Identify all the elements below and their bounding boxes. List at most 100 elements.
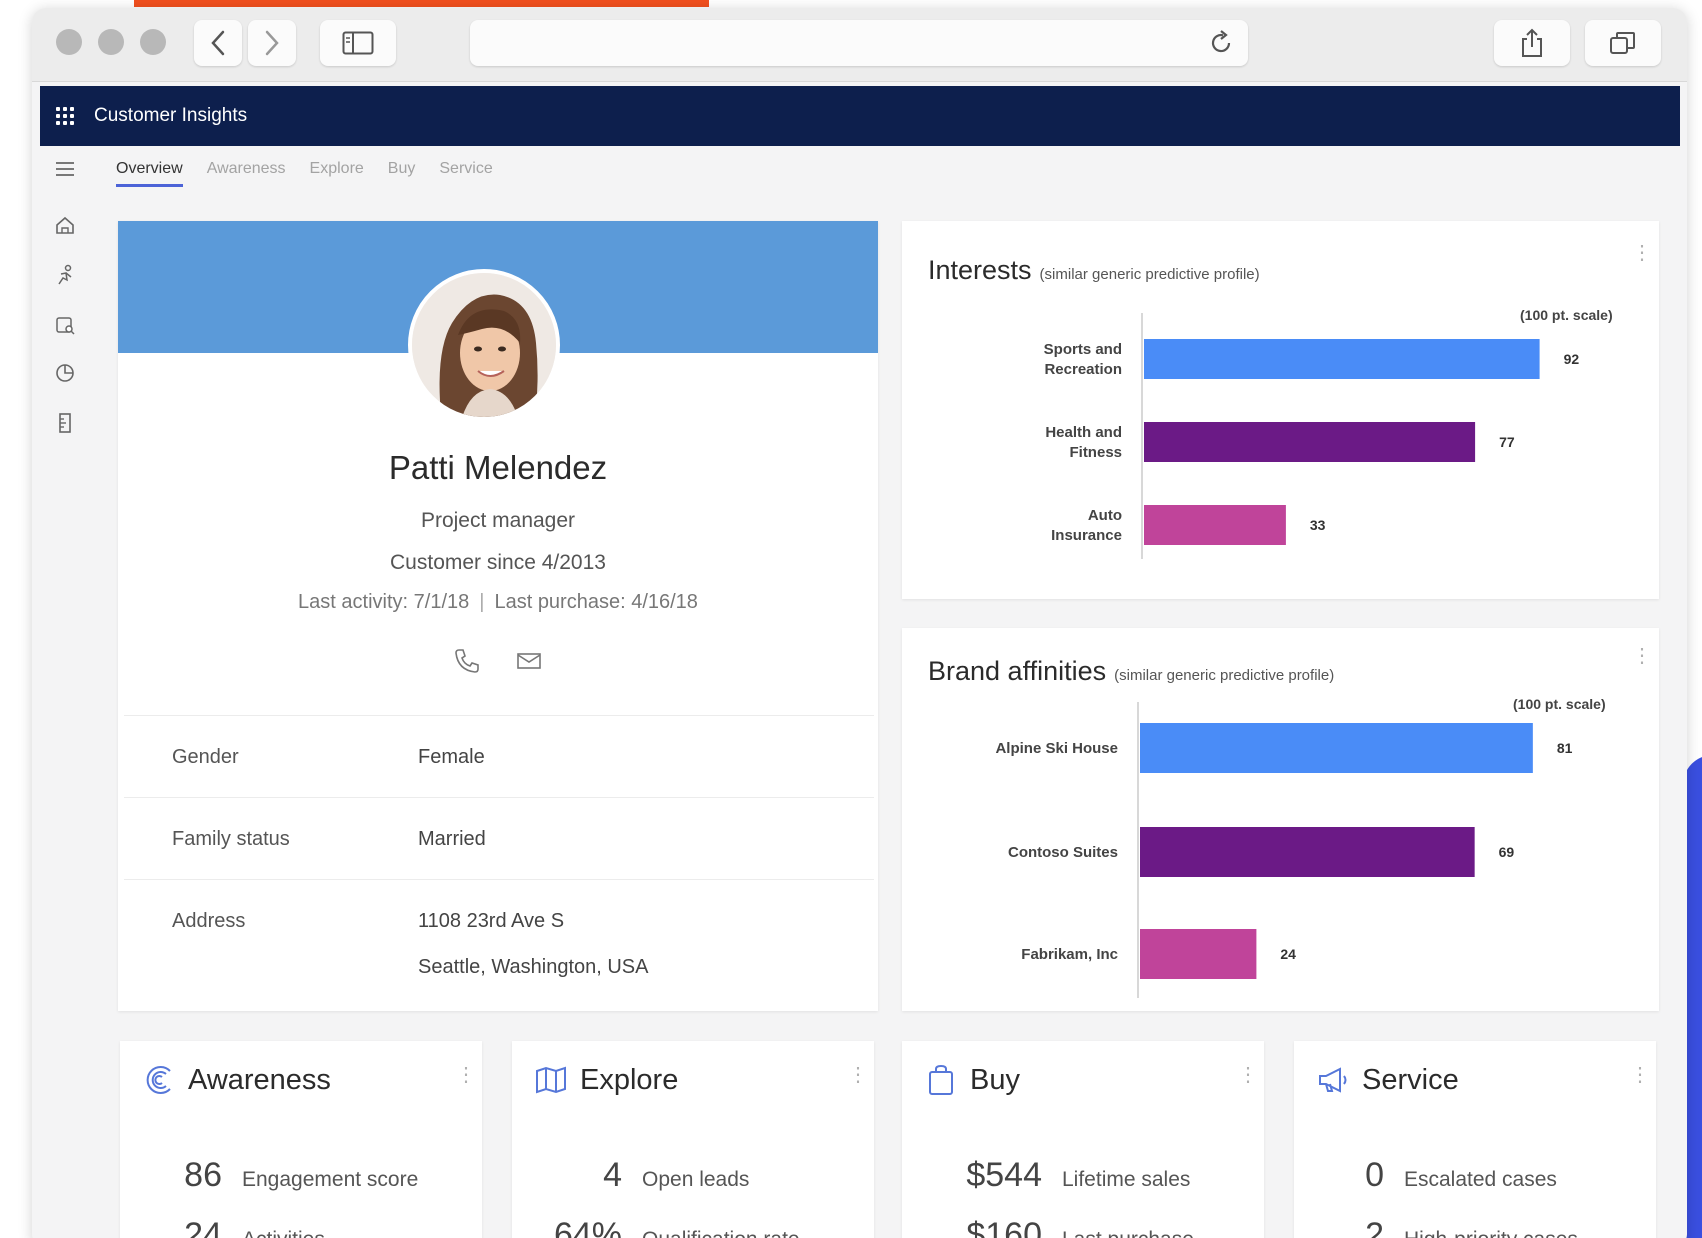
kpi-label: Last purchase	[1062, 1228, 1194, 1238]
app-header: Customer Insights	[40, 86, 1680, 146]
category-label: Contoso Suites	[1008, 844, 1118, 861]
reload-icon[interactable]	[1208, 30, 1234, 56]
zoom-window-dot[interactable]	[140, 29, 166, 55]
tab-overview[interactable]: Overview	[116, 160, 183, 187]
bar-value-label: 69	[1499, 844, 1515, 860]
kpi-label: Open leads	[642, 1168, 750, 1191]
bar-value-label: 24	[1280, 946, 1296, 962]
avatar	[408, 269, 560, 421]
category-label: Alpine Ski House	[995, 740, 1118, 757]
address-bar[interactable]	[470, 20, 1248, 66]
interests-card: Interests (similar generic predictive pro…	[902, 221, 1659, 599]
forward-button[interactable]	[248, 20, 296, 66]
minimize-window-dot[interactable]	[98, 29, 124, 55]
detail-label: Gender	[172, 746, 239, 768]
kpi-label: Escalated cases	[1404, 1168, 1557, 1191]
tab-service[interactable]: Service	[439, 160, 492, 187]
more-options-icon[interactable]: ⋮	[848, 1065, 868, 1085]
kpi-label: Lifetime sales	[1062, 1168, 1191, 1191]
kpi-number: 86	[184, 1156, 222, 1194]
more-options-icon[interactable]: ⋮	[456, 1065, 476, 1085]
menu-icon[interactable]	[54, 158, 76, 180]
app-launcher-icon[interactable]	[54, 105, 76, 127]
kpi-number: 2	[1365, 1216, 1384, 1238]
brand-affinities-card: Brand affinities (similar generic predict…	[902, 628, 1659, 1011]
bar-value-label: 77	[1499, 434, 1515, 450]
category-label: Sports and Recreation	[1044, 341, 1122, 378]
kpi-label: Qualification rate	[642, 1228, 800, 1238]
kpi-label: Engagement score	[242, 1168, 419, 1191]
home-icon[interactable]	[54, 214, 76, 236]
category-label: Health and Fitness	[1045, 424, 1122, 461]
ruler-icon[interactable]	[54, 412, 76, 434]
tabs-overview-button[interactable]	[1585, 20, 1661, 66]
kpi-title: Awareness	[188, 1063, 331, 1096]
address-line-2: Seattle, Washington, USA	[418, 956, 649, 978]
phone-icon[interactable]	[453, 647, 481, 675]
tab-explore[interactable]: Explore	[310, 160, 364, 187]
detail-row: Address 1108 23rd Ave S Seattle, Washing…	[124, 879, 874, 1019]
kpi-number: 64%	[553, 1216, 622, 1238]
shopping-bag-icon	[929, 1064, 953, 1095]
close-window-dot[interactable]	[56, 29, 82, 55]
last-purchase: Last purchase: 4/16/18	[494, 591, 698, 613]
kpi-row: $544 Lifetime sales	[922, 1156, 1190, 1195]
activity-summary: Last activity: 7/1/18 | Last purchase: 4/1…	[118, 591, 878, 614]
customer-since: Customer since 4/2013	[390, 551, 606, 574]
interests-chart: 92 Sports and Recreation 77 Health and Fitnes…	[1044, 313, 1580, 559]
more-options-icon[interactable]: ⋮	[1238, 1065, 1258, 1085]
megaphone-icon	[1319, 1067, 1347, 1093]
last-activity: Last activity: 7/1/18	[298, 591, 470, 613]
separator: |	[479, 591, 485, 613]
calendar-search-icon[interactable]	[54, 314, 76, 336]
tab-buy[interactable]: Buy	[388, 160, 416, 187]
category-label: Auto Insurance	[1051, 507, 1122, 544]
tab-awareness[interactable]: Awareness	[207, 160, 286, 187]
service-card: Service ⋮ 0 Escalated cases 2 High-priorit…	[1294, 1041, 1656, 1238]
share-button[interactable]	[1494, 20, 1570, 66]
awareness-icon	[146, 1066, 171, 1094]
kpi-row: $160 Last purchase	[922, 1216, 1194, 1238]
explore-card: Explore ⋮ 4 Open leads 64% Qualification r…	[512, 1041, 874, 1238]
kpi-row: 2 High-priority cases	[1314, 1216, 1578, 1238]
profile-details: Gender Female Family status Married Addr…	[124, 715, 874, 1019]
mail-icon[interactable]	[515, 647, 543, 675]
kpi-row: 86 Engagement score	[160, 1156, 418, 1195]
detail-row: Gender Female	[124, 715, 874, 797]
person-run-icon[interactable]	[54, 264, 76, 286]
bar	[1140, 929, 1257, 979]
kpi-row: 0 Escalated cases	[1314, 1156, 1557, 1195]
buy-card: Buy ⋮ $544 Lifetime sales $160 Last purcha…	[902, 1041, 1264, 1238]
sidebar-icon	[342, 31, 374, 55]
kpi-title: Explore	[580, 1063, 679, 1096]
left-navigation-rail	[40, 146, 88, 1238]
kpi-label: Activities	[242, 1228, 325, 1238]
bar	[1144, 339, 1540, 379]
kpi-number: 0	[1365, 1156, 1384, 1194]
kpi-number: $160	[966, 1216, 1042, 1238]
tabs-icon	[1610, 32, 1635, 54]
bar-value-label: 81	[1557, 740, 1573, 756]
kpi-number: 24	[184, 1216, 222, 1238]
app-title: Customer Insights	[94, 105, 248, 126]
pie-chart-icon[interactable]	[54, 362, 76, 384]
browser-window: Customer Insights Overview Awareness Exp…	[32, 8, 1687, 1238]
brand-affinities-chart: 81 Alpine Ski House 69 Contoso Suites 24 Fabr…	[995, 702, 1573, 998]
bar-value-label: 92	[1564, 351, 1580, 367]
awareness-card: Awareness ⋮ 86 Engagement score 24 Activit…	[120, 1041, 482, 1238]
address-line-1: 1108 23rd Ave S	[418, 910, 565, 932]
detail-value: Married	[418, 828, 486, 850]
detail-value: Female	[418, 746, 485, 768]
back-button[interactable]	[194, 20, 242, 66]
more-options-icon[interactable]: ⋮	[1630, 1065, 1650, 1085]
browser-toolbar	[32, 8, 1687, 82]
kpi-header: Awareness	[142, 1063, 331, 1097]
avatar-photo	[412, 273, 556, 417]
tab-bar: Overview Awareness Explore Buy Service	[116, 160, 517, 187]
profile-card: Patti Melendez Project manager Customer …	[118, 221, 878, 1011]
detail-label: Family status	[172, 828, 290, 850]
orange-accent-strip	[134, 0, 709, 7]
share-icon	[1522, 28, 1542, 57]
kpi-row: 24 Activities	[160, 1216, 325, 1238]
sidebar-toggle-button[interactable]	[320, 20, 396, 66]
